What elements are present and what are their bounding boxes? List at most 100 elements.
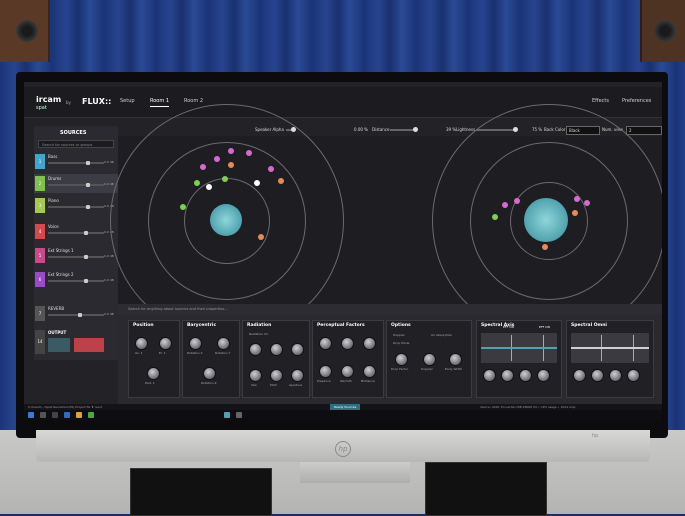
search-icon[interactable] [40,412,46,418]
source-dot[interactable] [492,214,498,220]
spectral-knob[interactable] [573,369,586,382]
property-search-input[interactable]: Search for anything about sources and th… [118,304,662,314]
source-gain-slider[interactable] [48,279,104,283]
spectral-knob[interactable] [627,369,640,382]
source-dot[interactable] [214,156,220,162]
eff-on-tag[interactable]: EFF ON [539,325,550,329]
windows-start-icon[interactable] [28,412,34,418]
azimuth-knob[interactable] [135,337,148,350]
source-item[interactable]: 1 Bass 0.0 dB [34,152,118,171]
perceptual-knob[interactable] [319,337,332,350]
file-explorer-icon[interactable] [76,412,82,418]
source-item[interactable]: 5 Ext Strings 1 0.0 dB [34,246,118,265]
rotation-x-knob[interactable] [189,337,202,350]
spectral-knob[interactable] [501,369,514,382]
app-taskbar-icon[interactable] [236,412,242,418]
perceptual-knob[interactable] [363,337,376,350]
num-view-select[interactable]: 2 [626,126,662,135]
pitch-knob[interactable] [270,343,283,356]
perceptual-knob[interactable] [341,337,354,350]
source-dot[interactable] [502,202,508,208]
knob-label: Drop Factor [391,367,409,371]
source-item[interactable]: 6 Ext Strings 2 0.0 dB [34,270,118,289]
source-dot[interactable] [574,196,580,202]
source-name: Bass [48,154,58,159]
rotation-z-knob[interactable] [203,367,216,380]
early-width-knob[interactable] [449,353,462,366]
source-dot[interactable] [254,180,260,186]
spat-revolution-taskbar-icon[interactable] [224,412,230,418]
source-item[interactable]: 2 Drums 0.0 dB [34,174,118,193]
source-gain-slider[interactable] [48,183,104,187]
source-dot[interactable] [228,162,234,168]
source-dot[interactable] [584,200,590,206]
tab-effects[interactable]: Effects [592,98,609,104]
source-number: 3 [35,198,45,213]
source-dot[interactable] [246,150,252,156]
source-item[interactable]: 3 Piano 0.0 dB [34,196,118,215]
source-dot[interactable] [194,180,200,186]
radiation-knob[interactable] [291,369,304,382]
spectral-knob[interactable] [519,369,532,382]
source-dot[interactable] [542,244,548,250]
spectral-knob[interactable] [483,369,496,382]
distance-slider[interactable] [390,127,418,132]
reverb-item[interactable]: 7 REVERB 0.0 dB [34,304,118,323]
source-gain-slider[interactable] [48,255,104,259]
source-dot[interactable] [572,210,578,216]
source-dot[interactable] [278,178,284,184]
doppler-knob[interactable] [423,353,436,366]
edge-browser-icon[interactable] [64,412,70,418]
warmth-knob[interactable] [341,365,354,378]
spectral-omni-graph[interactable] [571,333,649,363]
presence-knob[interactable] [319,365,332,378]
perceptual-factors-module: Perceptual Factors Presence Warmth Brill… [312,320,384,398]
task-view-icon[interactable] [52,412,58,418]
doppler-toggle[interactable]: Doppler [393,333,405,337]
tab-room-1[interactable]: Room 1 [150,98,170,107]
yaw-knob[interactable] [249,343,262,356]
source-dot[interactable] [228,148,234,154]
spectral-axis-graph[interactable] [481,333,557,363]
source-gain-slider[interactable] [48,205,104,209]
source-name: Ext Strings 2 [48,272,74,277]
tab-preferences[interactable]: Preferences [622,98,651,104]
reverb-gain-slider[interactable] [48,313,104,317]
radiation-knob[interactable] [270,369,283,382]
radiation-knob[interactable] [249,369,262,382]
knob-label: Rotation X [187,351,203,355]
source-dot[interactable] [180,204,186,210]
spectral-knob[interactable] [537,369,550,382]
source-gain-slider[interactable] [48,231,104,235]
drop-factor-knob[interactable] [395,353,408,366]
rotation-y-knob[interactable] [217,337,230,350]
module-title: Position [133,323,154,328]
brilliance-knob[interactable] [363,365,376,378]
source-number: 7 [35,306,45,321]
source-dot[interactable] [268,166,274,172]
source-dot[interactable] [514,198,520,204]
listener-head-right[interactable] [524,198,568,242]
listener-head-left[interactable] [210,204,242,236]
source-gain-slider[interactable] [48,161,104,165]
output-item[interactable]: 14 OUTPUT [34,328,118,358]
source-dot[interactable] [222,176,228,182]
spectral-knob[interactable] [609,369,622,382]
spectral-knob[interactable] [591,369,604,382]
air-absorption-toggle[interactable]: Air Absorption [431,333,452,337]
spatial-scene-viewer[interactable] [110,104,662,338]
source-dot[interactable] [206,184,212,190]
elevation-knob[interactable] [159,337,172,350]
distance-knob[interactable] [147,367,160,380]
tab-room-2[interactable]: Room 2 [184,98,203,104]
radiation-toggle[interactable]: Radiation On [249,332,268,336]
store-icon[interactable] [88,412,94,418]
source-dot[interactable] [258,234,264,240]
eff-on-tag[interactable]: EFF ON [503,325,514,329]
source-search-input[interactable]: Search for sources or groups [38,140,114,148]
tab-setup[interactable]: Setup [120,98,135,104]
aperture-knob[interactable] [291,343,304,356]
source-dot[interactable] [200,164,206,170]
drop-mode-toggle[interactable]: Drop Mode [393,341,409,345]
source-item[interactable]: 4 Voice 0.0 dB [34,222,118,241]
